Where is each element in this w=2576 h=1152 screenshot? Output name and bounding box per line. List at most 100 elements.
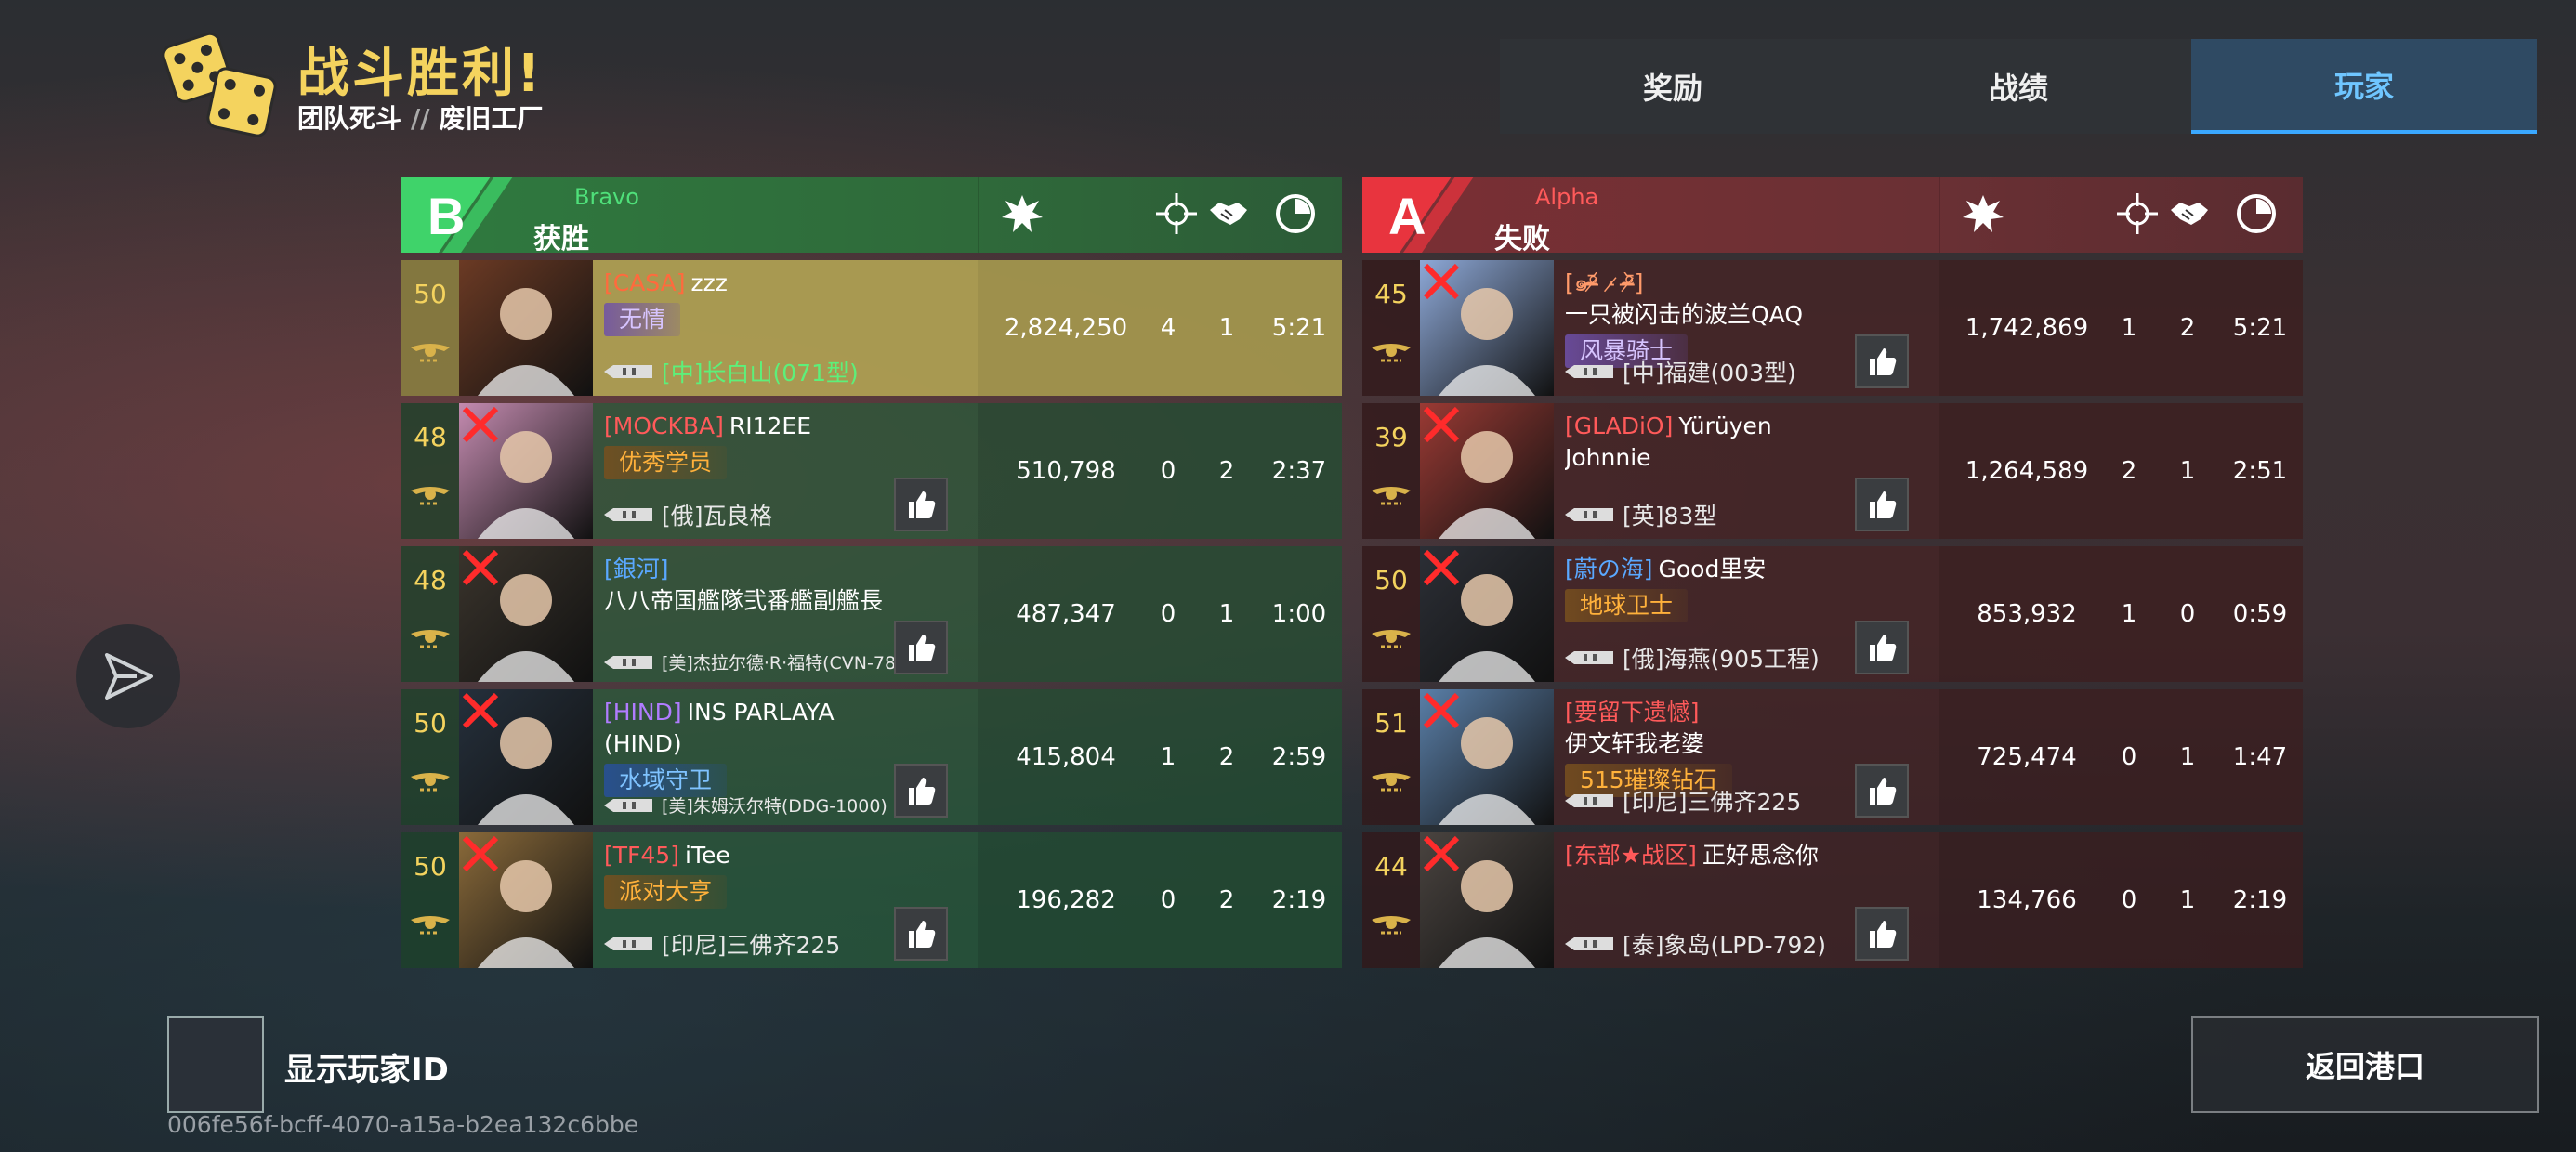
player-title-badge: 地球卫士 [1565, 589, 1689, 622]
player-avatar[interactable] [459, 260, 593, 396]
thumbs-up-icon [909, 635, 936, 661]
score-value: 487,347 [1016, 600, 1116, 628]
player-name-line: [HIND] INS PARLAYA [604, 697, 976, 728]
player-title-badge: 优秀学员 [604, 446, 728, 479]
like-button[interactable] [1855, 334, 1909, 388]
match-subtitle: 团队死斗 // 废旧工厂 [297, 98, 543, 136]
rank-insignia-icon [1372, 773, 1411, 792]
ship-name: [俄]瓦良格 [604, 498, 773, 531]
score-value: 853,932 [1977, 600, 2077, 628]
player-name-line: [要留下遗憾] [1565, 697, 1937, 728]
rank-insignia-icon [411, 344, 450, 362]
like-button[interactable] [1855, 478, 1909, 531]
time-column-icon [2237, 194, 2276, 233]
ship-name: [泰]象岛(LPD-792) [1565, 927, 1826, 961]
like-button[interactable] [1855, 621, 1909, 674]
player-row[interactable]: 51 [要留下遗憾] 伊文轩我老婆 515璀璨钻石 [印尼]三佛齐225 725,474 0… [1362, 689, 2303, 825]
player-name-line: [MOCKBA] RI12EE [604, 411, 976, 442]
player-info: [CASA] zzz 无情 [604, 268, 976, 336]
player-row[interactable]: 50 [CASA] zzz 无情 [中]长白山(071型) 2,824,250 4 1 5:21 [401, 260, 1342, 396]
player-info: [TF45] iTee 派对大亨 [604, 840, 976, 909]
kills-column-icon [2117, 193, 2158, 234]
assists-column-icon [1210, 203, 1247, 225]
ship-class-icon [1565, 937, 1613, 950]
share-button[interactable] [76, 624, 180, 728]
kills-value: 0 [1160, 457, 1176, 485]
thumbs-up-icon [909, 491, 936, 518]
player-row[interactable]: 44 [东部★战区] 正好思念你 [泰]象岛(LPD-792) 134,766 0 1 2:1… [1362, 832, 2303, 968]
player-row[interactable]: 48 [MOCKBA] RI12EE 优秀学员 [俄]瓦良格 510,798 0 2 2:37 [401, 403, 1342, 539]
ship-label: [美]朱姆沃尔特(DDG-1000) [662, 796, 887, 817]
player-name: Yürüyen [1678, 412, 1772, 439]
clan-tag: [銀河] [604, 556, 669, 583]
level-cell: 51 [1362, 689, 1420, 825]
level-cell: 50 [401, 689, 459, 825]
tab-stats[interactable]: 战绩 [1846, 39, 2191, 134]
assists-value: 2 [1218, 457, 1235, 485]
player-row[interactable]: 50 [HIND] INS PARLAYA (HIND) 水域守卫 [美]朱姆沃尔特(DD… [401, 689, 1342, 825]
time-value: 2:19 [1271, 886, 1327, 914]
level-cell: 48 [401, 403, 459, 539]
thumbs-up-icon [1870, 635, 1897, 661]
player-name-line: [东部★战区] 正好思念你 [1565, 840, 1937, 871]
destroyed-x-icon [462, 835, 499, 872]
ship-label: [印尼]三佛齐225 [662, 932, 841, 959]
player-row[interactable]: 39 [GLADiO] Yürüyen Johnnie [英]83型 1,264,589 2… [1362, 403, 2303, 539]
player-info: [蔚の海] Good里安 地球卫士 [1565, 554, 1937, 622]
team-name: Bravo [574, 184, 639, 210]
team-letter-badge: A [1362, 177, 1474, 253]
player-row[interactable]: 50 [蔚の海] Good里安 地球卫士 [俄]海燕(905工程) 853,932 1 0 0:… [1362, 546, 2303, 682]
player-info: [MOCKBA] RI12EE 优秀学员 [604, 411, 976, 479]
player-title-badge: 派对大亨 [604, 875, 728, 909]
time-value: 1:00 [1271, 600, 1327, 628]
player-level: 44 [1374, 851, 1408, 882]
time-value: 5:21 [1271, 314, 1327, 342]
page-title: 战斗胜利! [297, 44, 544, 104]
thumbs-up-icon [1870, 778, 1897, 805]
like-button[interactable] [1855, 907, 1909, 961]
clan-tag: [MOCKBA] [604, 412, 724, 439]
like-button[interactable] [894, 621, 948, 674]
tab-players[interactable]: 玩家 [2191, 39, 2537, 134]
ship-class-icon [604, 365, 652, 378]
result-tabs: 奖励 战绩 玩家 [1500, 39, 2537, 134]
ship-label: [中]福建(003型) [1623, 360, 1796, 386]
kills-value: 0 [2121, 886, 2137, 914]
player-level: 48 [414, 422, 447, 452]
player-level: 45 [1374, 279, 1408, 309]
team-result: 失败 [1494, 223, 1550, 255]
score-value: 2,824,250 [1004, 314, 1128, 342]
kills-value: 0 [1160, 600, 1176, 628]
player-name: 正好思念你 [1702, 842, 1819, 869]
like-button[interactable] [1855, 764, 1909, 818]
ship-name: [中]长白山(071型) [604, 355, 859, 388]
player-name-line2: Johnnie [1565, 444, 1651, 471]
kills-value: 0 [1160, 886, 1176, 914]
return-to-port-button[interactable]: 返回港口 [2191, 1016, 2539, 1113]
destroyed-x-icon [1423, 406, 1460, 443]
player-row[interactable]: 48 [銀河] 八八帝国艦隊弐番艦副艦長 [美]杰拉尔德·R·福特(CVN-78) 48… [401, 546, 1342, 682]
like-button[interactable] [894, 478, 948, 531]
assists-value: 2 [2179, 314, 2196, 342]
show-id-checkbox[interactable] [167, 1016, 264, 1113]
rank-insignia-icon [1372, 916, 1411, 935]
player-title-badge: 无情 [604, 303, 681, 336]
player-row[interactable]: 50 [TF45] iTee 派对大亨 [印尼]三佛齐225 196,282 0 2 2:19 [401, 832, 1342, 968]
player-name: iTee [684, 842, 730, 869]
kills-value: 0 [2121, 743, 2137, 771]
level-cell: 44 [1362, 832, 1420, 968]
ship-name: [英]83型 [1565, 498, 1716, 531]
player-name: RI12EE [729, 412, 812, 439]
player-name-line: [GLADiO] Yürüyen [1565, 411, 1937, 442]
thumbs-up-icon [1870, 921, 1897, 948]
player-row[interactable]: 45 [๑ᵒ̴̶̷᷄ ˔̷ ᵒ̴̶̷᷅] 一只被闪击的波兰QAQ 风暴骑士 [中]福建(… [1362, 260, 2303, 396]
like-button[interactable] [894, 907, 948, 961]
destroyed-x-icon [1423, 835, 1460, 872]
team-name: Alpha [1535, 184, 1599, 210]
tab-rewards[interactable]: 奖励 [1500, 39, 1846, 134]
subtitle-separator: // [411, 103, 430, 134]
kills-value: 4 [1160, 314, 1176, 342]
time-value: 2:59 [1271, 743, 1327, 771]
time-column-icon [1276, 194, 1315, 233]
like-button[interactable] [894, 764, 948, 818]
